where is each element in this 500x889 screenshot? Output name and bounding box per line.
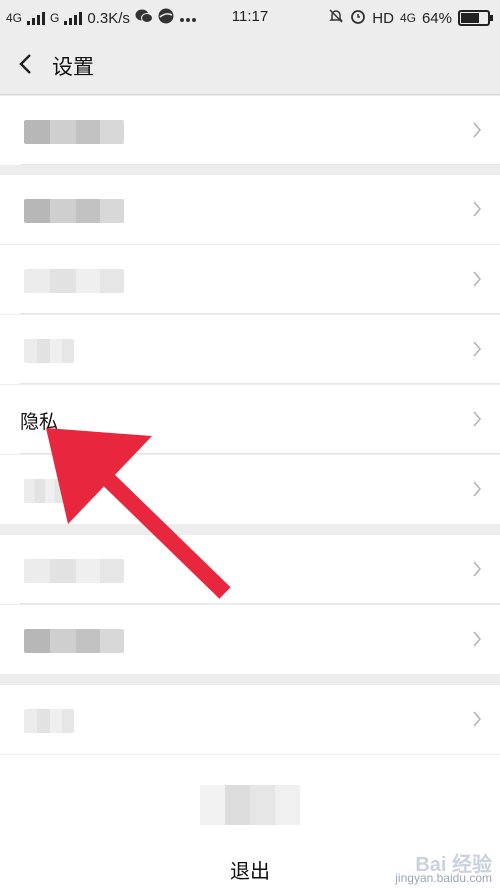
settings-item-7[interactable] xyxy=(0,535,500,604)
settings-item-label: 隐私 xyxy=(20,412,59,433)
network-speed: 0.3K/s xyxy=(87,9,130,27)
network-type-1: 4G xyxy=(6,11,23,25)
chevron-right-icon xyxy=(473,201,482,217)
mute-alarm-icon xyxy=(328,8,344,28)
back-button[interactable] xyxy=(14,50,42,78)
battery-percent: 64% xyxy=(421,9,452,27)
blurred-label xyxy=(24,479,64,503)
network-type-3: 4G xyxy=(399,11,416,25)
blurred-label xyxy=(24,559,124,583)
browser-icon xyxy=(158,8,174,28)
settings-item-8[interactable] xyxy=(0,605,500,674)
chevron-right-icon xyxy=(473,341,482,357)
chevron-right-icon xyxy=(473,711,482,727)
chevron-right-icon xyxy=(473,481,482,497)
settings-item-6[interactable] xyxy=(0,455,500,524)
settings-item-2[interactable] xyxy=(0,175,500,244)
status-bar-right: HD 4G 64% xyxy=(328,8,493,28)
blurred-region xyxy=(200,785,300,825)
alarm-clock-icon xyxy=(350,8,366,28)
hd-label: HD xyxy=(372,9,394,27)
chevron-right-icon xyxy=(473,411,482,427)
settings-item-9[interactable] xyxy=(0,685,500,754)
battery-fill xyxy=(461,13,479,23)
chevron-left-icon xyxy=(19,54,31,74)
chevron-right-icon xyxy=(473,631,482,647)
blurred-label xyxy=(24,339,74,363)
chevron-right-icon xyxy=(473,561,482,577)
status-bar-left: 4G G 0.3K/s xyxy=(6,8,197,28)
watermark-url: jingyan.baidu.com xyxy=(395,871,492,885)
more-dots-icon xyxy=(179,10,197,27)
blurred-label xyxy=(24,709,74,733)
page-title: 设置 xyxy=(52,56,94,79)
signal-icon-2 xyxy=(64,11,83,25)
blurred-label xyxy=(24,629,124,653)
chevron-right-icon xyxy=(473,122,482,138)
header-bar: 设置 xyxy=(0,36,500,95)
watermark: Bai 经验 jingyan.baidu.com xyxy=(395,855,492,885)
wechat-icon xyxy=(135,8,153,28)
chevron-right-icon xyxy=(473,271,482,287)
settings-item-privacy[interactable]: 隐私 xyxy=(0,385,500,454)
settings-item-4[interactable] xyxy=(0,315,500,384)
status-bar: 4G G 0.3K/s 11:17 HD 4G 64% xyxy=(0,0,500,36)
blurred-label xyxy=(24,269,124,293)
settings-item-3[interactable] xyxy=(0,245,500,314)
blurred-label xyxy=(24,120,124,144)
battery-icon xyxy=(458,10,493,26)
network-type-2: G xyxy=(50,11,60,25)
blurred-label xyxy=(24,199,124,223)
settings-item-1[interactable] xyxy=(0,96,500,165)
signal-icon xyxy=(27,11,46,25)
